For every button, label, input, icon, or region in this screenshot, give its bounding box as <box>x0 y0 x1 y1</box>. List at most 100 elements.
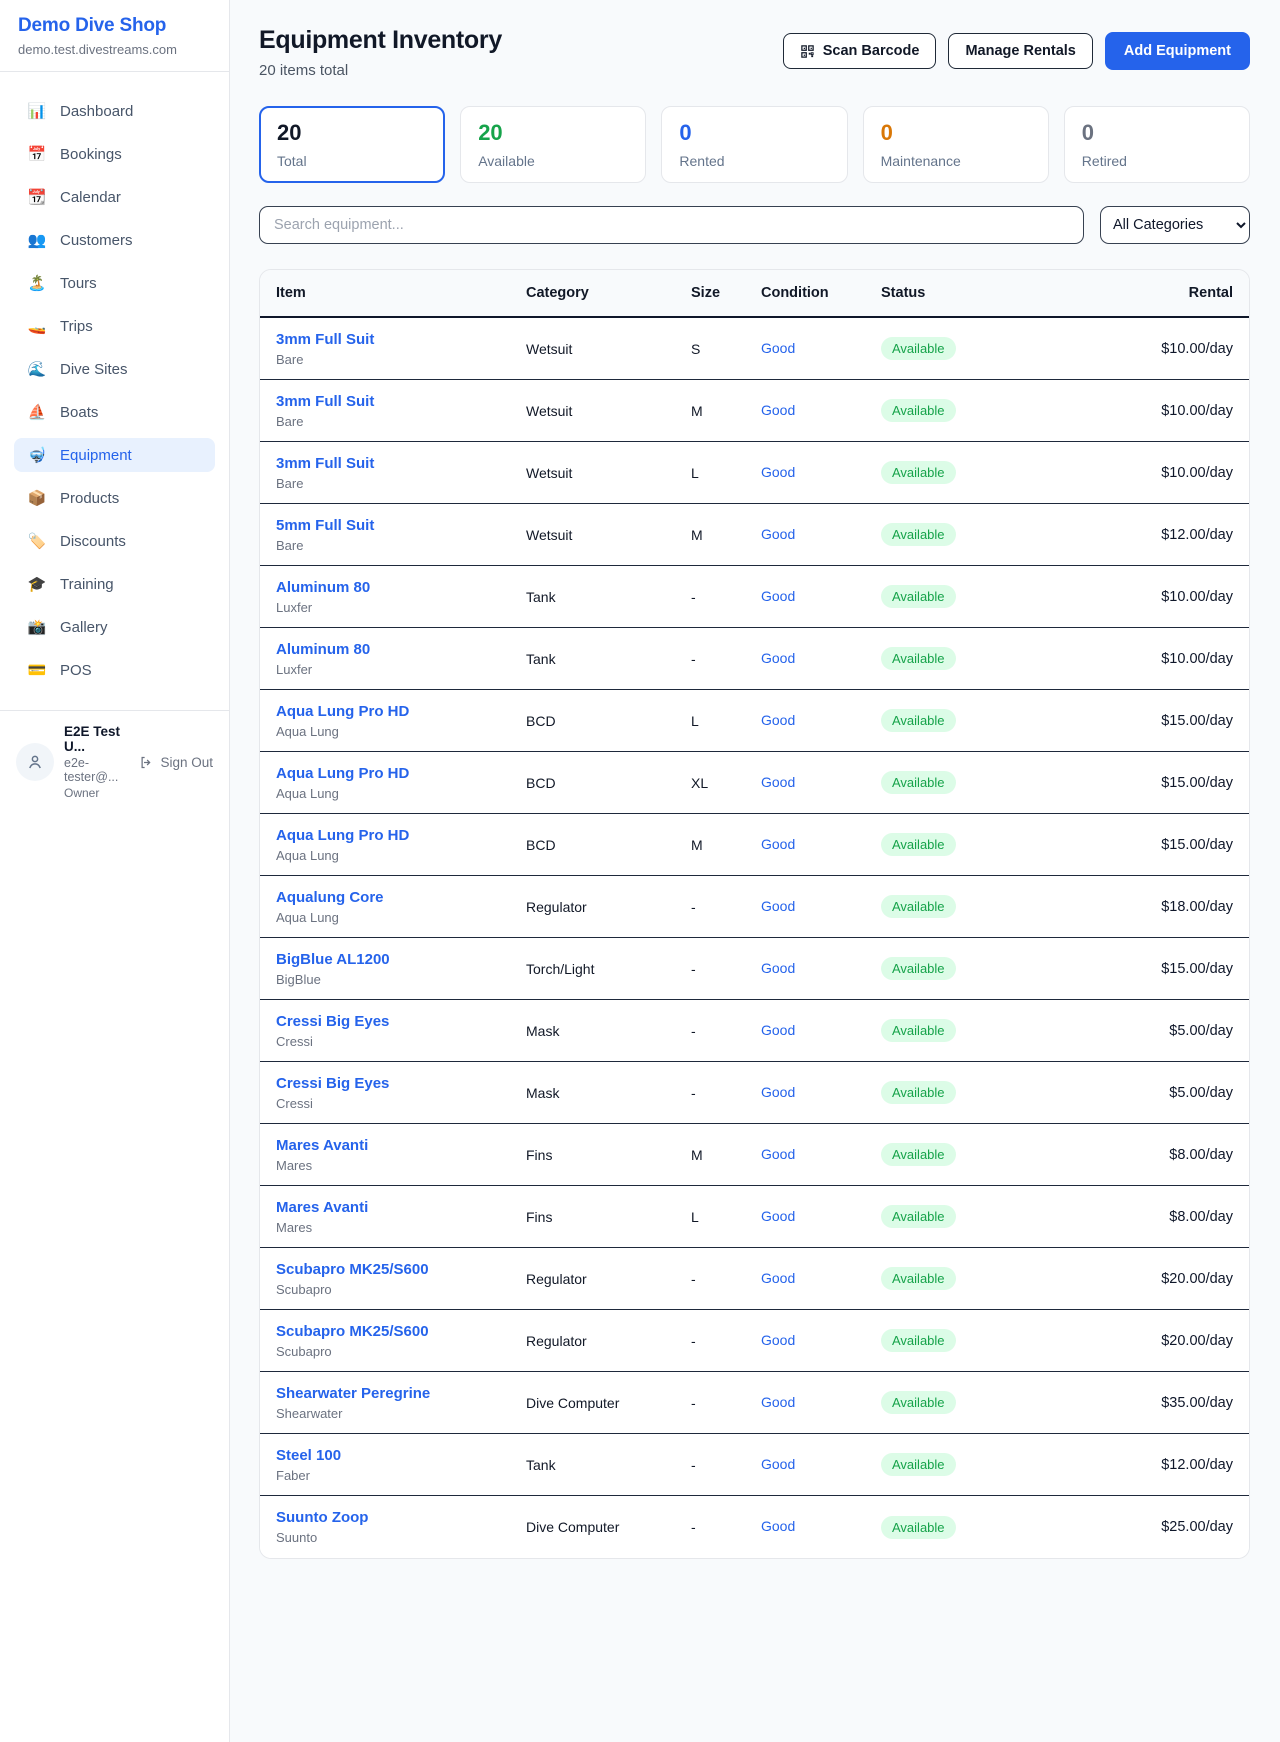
stat-label-total: Total <box>277 153 427 169</box>
scan-barcode-button[interactable]: Scan Barcode <box>783 33 937 69</box>
item-name-link[interactable]: Aqua Lung Pro HD <box>276 827 526 844</box>
condition-link[interactable]: Good <box>761 1456 795 1472</box>
item-name-link[interactable]: Aqua Lung Pro HD <box>276 765 526 782</box>
condition-link[interactable]: Good <box>761 464 795 480</box>
status-cell: Available <box>881 1391 1066 1414</box>
item-name-link[interactable]: Scubapro MK25/S600 <box>276 1323 526 1340</box>
sidebar-item-trips[interactable]: 🚤Trips <box>14 309 215 343</box>
island-icon: 🏝️ <box>27 274 47 292</box>
item-name-link[interactable]: Aluminum 80 <box>276 641 526 658</box>
condition-cell: Good <box>761 340 881 358</box>
item-name-link[interactable]: 3mm Full Suit <box>276 455 526 472</box>
item-name-link[interactable]: Suunto Zoop <box>276 1509 526 1526</box>
manage-rentals-button[interactable]: Manage Rentals <box>948 33 1092 69</box>
sidebar-item-dashboard[interactable]: 📊Dashboard <box>14 94 215 128</box>
item-name-link[interactable]: Steel 100 <box>276 1447 526 1464</box>
sidebar-item-discounts[interactable]: 🏷️Discounts <box>14 524 215 558</box>
table-row: Mares AvantiMaresFinsLGoodAvailable$8.00… <box>260 1186 1249 1248</box>
item-category: Regulator <box>526 1333 691 1349</box>
item-name-link[interactable]: BigBlue AL1200 <box>276 951 526 968</box>
condition-link[interactable]: Good <box>761 1394 795 1410</box>
condition-cell: Good <box>761 1146 881 1164</box>
condition-link[interactable]: Good <box>761 526 795 542</box>
condition-link[interactable]: Good <box>761 1022 795 1038</box>
sign-out-button[interactable]: Sign Out <box>139 755 213 770</box>
sidebar-item-equipment[interactable]: 🤿Equipment <box>14 438 215 472</box>
item-name-link[interactable]: Scubapro MK25/S600 <box>276 1261 526 1278</box>
condition-link[interactable]: Good <box>761 712 795 728</box>
sidebar-item-customers[interactable]: 👥Customers <box>14 223 215 257</box>
status-badge: Available <box>881 1453 956 1476</box>
item-name-link[interactable]: 5mm Full Suit <box>276 517 526 534</box>
item-name-link[interactable]: Aqualung Core <box>276 889 526 906</box>
category-select[interactable]: All Categories <box>1100 206 1250 244</box>
sidebar-item-gallery[interactable]: 📸Gallery <box>14 610 215 644</box>
status-cell: Available <box>881 1205 1066 1228</box>
condition-link[interactable]: Good <box>761 402 795 418</box>
sidebar-item-pos[interactable]: 💳POS <box>14 653 215 687</box>
item-brand: Bare <box>276 352 526 367</box>
condition-cell: Good <box>761 1332 881 1350</box>
item-name-link[interactable]: 3mm Full Suit <box>276 331 526 348</box>
item-name-link[interactable]: Aluminum 80 <box>276 579 526 596</box>
condition-link[interactable]: Good <box>761 1208 795 1224</box>
condition-link[interactable]: Good <box>761 340 795 356</box>
item-brand: Luxfer <box>276 662 526 677</box>
sidebar-item-boats[interactable]: ⛵Boats <box>14 395 215 429</box>
condition-link[interactable]: Good <box>761 898 795 914</box>
item-brand: Bare <box>276 476 526 491</box>
condition-cell: Good <box>761 712 881 730</box>
sidebar-item-label: Equipment <box>60 447 132 464</box>
item-category: Mask <box>526 1023 691 1039</box>
condition-link[interactable]: Good <box>761 836 795 852</box>
sidebar-item-label: Calendar <box>60 189 121 206</box>
item-name-link[interactable]: Aqua Lung Pro HD <box>276 703 526 720</box>
stat-card-retired[interactable]: 0Retired <box>1064 106 1250 183</box>
sidebar-item-products[interactable]: 📦Products <box>14 481 215 515</box>
people-icon: 👥 <box>27 231 47 249</box>
shop-name: Demo Dive Shop <box>18 15 211 37</box>
rental-price: $15.00/day <box>1066 713 1233 729</box>
sidebar-item-dive-sites[interactable]: 🌊Dive Sites <box>14 352 215 386</box>
item-name-link[interactable]: Shearwater Peregrine <box>276 1385 526 1402</box>
condition-link[interactable]: Good <box>761 650 795 666</box>
item-cell: Mares Avanti Mares <box>276 1137 526 1173</box>
item-name-link[interactable]: 3mm Full Suit <box>276 393 526 410</box>
stat-card-total[interactable]: 20Total <box>259 106 445 183</box>
item-name-link[interactable]: Mares Avanti <box>276 1199 526 1216</box>
condition-link[interactable]: Good <box>761 1084 795 1100</box>
status-badge: Available <box>881 523 956 546</box>
item-name-link[interactable]: Cressi Big Eyes <box>276 1075 526 1092</box>
condition-link[interactable]: Good <box>761 774 795 790</box>
add-equipment-button[interactable]: Add Equipment <box>1105 32 1250 70</box>
condition-link[interactable]: Good <box>761 1270 795 1286</box>
condition-link[interactable]: Good <box>761 1332 795 1348</box>
condition-link[interactable]: Good <box>761 1146 795 1162</box>
sidebar-item-calendar[interactable]: 📆Calendar <box>14 180 215 214</box>
rental-price: $12.00/day <box>1066 527 1233 543</box>
condition-link[interactable]: Good <box>761 1518 795 1534</box>
condition-cell: Good <box>761 650 881 668</box>
user-panel: E2E Test U... e2e-tester@... Owner Sign … <box>0 710 229 813</box>
item-category: Wetsuit <box>526 341 691 357</box>
add-equipment-label: Add Equipment <box>1124 43 1231 59</box>
item-brand: Scubapro <box>276 1344 526 1359</box>
status-cell: Available <box>881 1019 1066 1042</box>
item-brand: Mares <box>276 1158 526 1173</box>
shop-domain: demo.test.divestreams.com <box>18 42 211 57</box>
item-size: - <box>691 1333 761 1349</box>
item-cell: Aqua Lung Pro HDAqua Lung <box>276 765 526 801</box>
sidebar-item-training[interactable]: 🎓Training <box>14 567 215 601</box>
stat-card-rented[interactable]: 0Rented <box>661 106 847 183</box>
sidebar-item-bookings[interactable]: 📅Bookings <box>14 137 215 171</box>
condition-link[interactable]: Good <box>761 960 795 976</box>
shop-logo[interactable]: Demo Dive Shop demo.test.divestreams.com <box>0 0 229 72</box>
sidebar-item-tours[interactable]: 🏝️Tours <box>14 266 215 300</box>
item-name-link[interactable]: Cressi Big Eyes <box>276 1013 526 1030</box>
item-name-link[interactable]: Mares Avanti <box>276 1137 526 1154</box>
condition-link[interactable]: Good <box>761 588 795 604</box>
stat-value-retired: 0 <box>1082 120 1232 146</box>
stat-card-available[interactable]: 20Available <box>460 106 646 183</box>
search-input[interactable] <box>259 206 1084 244</box>
stat-card-maintenance[interactable]: 0Maintenance <box>863 106 1049 183</box>
